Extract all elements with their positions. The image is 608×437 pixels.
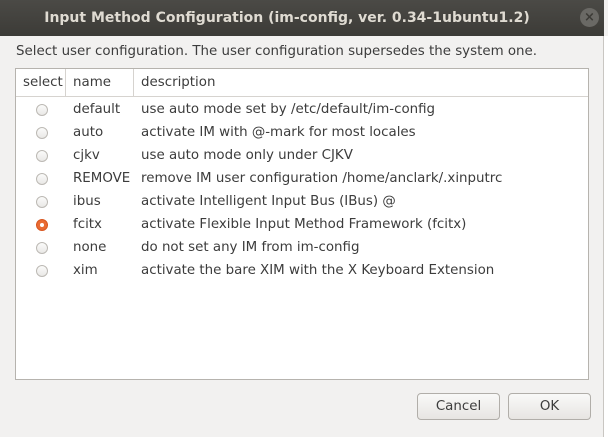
list-item[interactable]: none do not set any IM from im-config: [16, 236, 588, 259]
item-description: use auto mode set by /etc/default/im-con…: [141, 102, 436, 117]
radio-cell: [16, 213, 66, 236]
list-header: select name description: [16, 69, 588, 97]
item-name: default: [73, 102, 121, 117]
radio-button[interactable]: [36, 150, 48, 162]
item-name: none: [73, 240, 107, 255]
radio-cell: [16, 236, 66, 259]
radio-button[interactable]: [36, 196, 48, 208]
item-name: auto: [73, 125, 104, 140]
list-item[interactable]: cjkv use auto mode only under CJKV: [16, 144, 588, 167]
item-name: REMOVE: [73, 171, 131, 186]
column-header-name[interactable]: name: [66, 69, 134, 96]
list-item[interactable]: auto activate IM with @-mark for most loc…: [16, 121, 588, 144]
title-bar[interactable]: Input Method Configuration (im-config, v…: [0, 0, 604, 36]
background-edge: [604, 36, 608, 437]
radio-button[interactable]: [36, 127, 48, 139]
radio-button[interactable]: [36, 265, 48, 277]
item-description: activate Flexible Input Method Framework…: [141, 217, 467, 232]
list-item[interactable]: ibus activate Intelligent Input Bus (IBus…: [16, 190, 588, 213]
item-name: cjkv: [73, 148, 100, 163]
radio-cell: [16, 121, 66, 144]
radio-cell: [16, 98, 66, 121]
radio-cell: [16, 190, 66, 213]
radio-cell: [16, 259, 66, 282]
ok-button[interactable]: OK: [508, 393, 591, 420]
radio-button[interactable]: [36, 104, 48, 116]
radio-cell: [16, 144, 66, 167]
item-description: activate IM with @-mark for most locales: [141, 125, 416, 140]
close-icon[interactable]: ×: [580, 8, 599, 27]
list-item[interactable]: fcitx activate Flexible Input Method Fram…: [16, 213, 588, 236]
column-header-select[interactable]: select: [16, 69, 66, 96]
item-name: ibus: [73, 194, 101, 209]
radio-button[interactable]: [36, 173, 48, 185]
list-item[interactable]: REMOVE remove IM user configuration /home…: [16, 167, 588, 190]
radio-cell: [16, 167, 66, 190]
radio-button-selected[interactable]: [36, 219, 48, 231]
item-name: fcitx: [73, 217, 102, 232]
item-description: activate Intelligent Input Bus (IBus) @: [141, 194, 396, 209]
list-rows: default use auto mode set by /etc/default…: [16, 97, 588, 282]
item-description: remove IM user configuration /home/ancla…: [141, 171, 503, 186]
item-name: xim: [73, 263, 98, 278]
item-description: use auto mode only under CJKV: [141, 148, 353, 163]
radio-button[interactable]: [36, 242, 48, 254]
instruction-text: Select user configuration. The user conf…: [16, 44, 538, 59]
list-item[interactable]: default use auto mode set by /etc/default…: [16, 98, 588, 121]
window-title: Input Method Configuration (im-config, v…: [44, 10, 530, 26]
item-description: activate the bare XIM with the X Keyboar…: [141, 263, 495, 278]
item-description: do not set any IM from im-config: [141, 240, 360, 255]
column-header-description[interactable]: description: [134, 69, 588, 96]
im-config-dialog: Input Method Configuration (im-config, v…: [0, 0, 604, 437]
list-item[interactable]: xim activate the bare XIM with the X Keyb…: [16, 259, 588, 282]
cancel-button[interactable]: Cancel: [417, 393, 500, 420]
configuration-list[interactable]: select name description default use auto …: [15, 68, 589, 380]
